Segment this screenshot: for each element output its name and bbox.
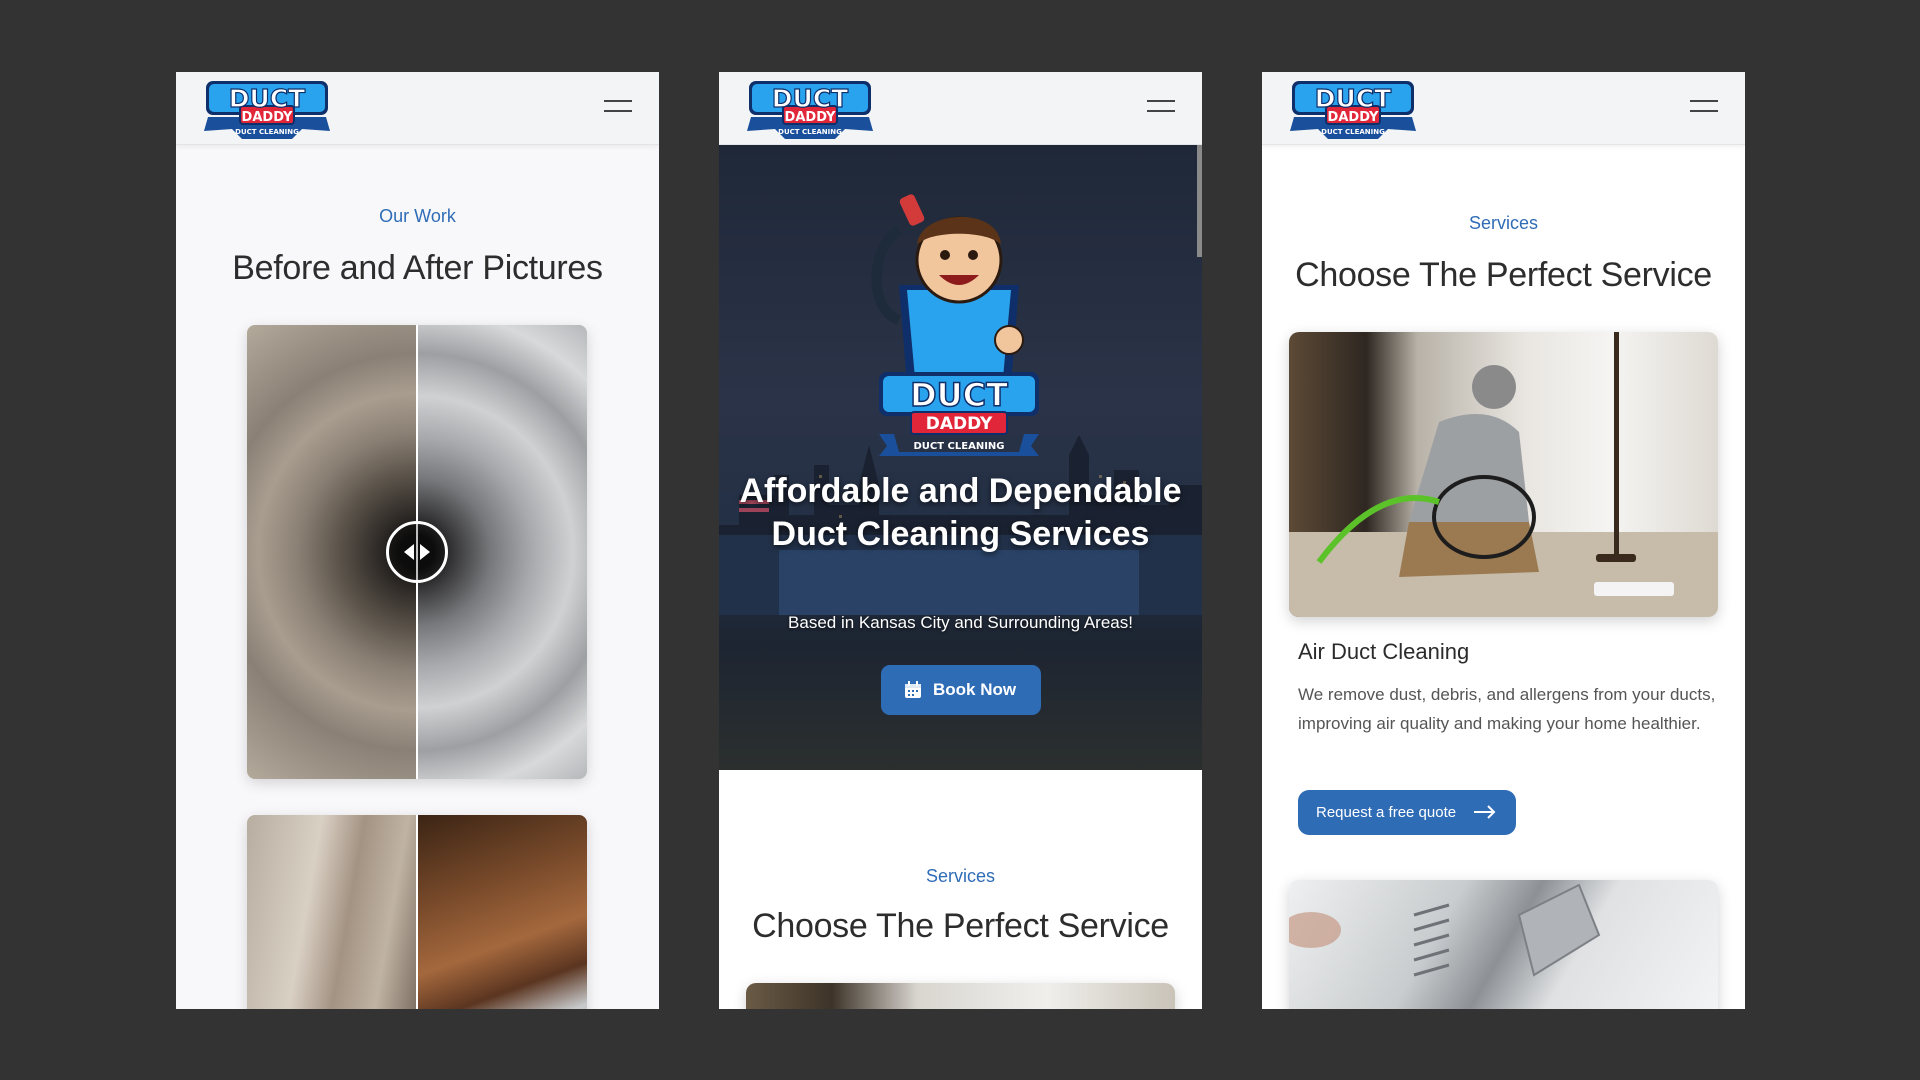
section-title: Before and After Pictures [232,249,603,287]
svg-text:DUCT CLEANING: DUCT CLEANING [913,441,1004,452]
phone-screen-hero: DUCT DADDY DUCT CLEANING DUCT DADDY DUCT… [719,72,1202,1009]
hero-section: DUCT DADDY DUCT CLEANING Affordable and … [719,145,1202,770]
duct-daddy-logo[interactable]: DUCT DADDY DUCT CLEANING [202,79,332,139]
hamburger-menu-icon[interactable] [604,99,632,115]
before-after-slider-1[interactable] [247,325,587,779]
top-navbar: DUCT DADDY DUCT CLEANING [719,72,1202,145]
svg-text:DUCT: DUCT [910,376,1008,414]
after-image [417,815,587,1009]
slider-divider [416,815,418,1009]
book-now-button[interactable]: Book Now [881,665,1041,715]
scrollbar-thumb[interactable] [1197,145,1202,257]
card-title: Air Duct Cleaning [1298,639,1470,664]
phone-screen-services: DUCT DADDY DUCT CLEANING Services Choose… [1262,72,1745,1009]
hero-subtitle: Based in Kansas City and Surrounding Are… [788,613,1133,632]
svg-text:DADDY: DADDY [785,110,836,125]
card-description: We remove dust, debris, and allergens fr… [1298,685,1716,733]
mascot-logo: DUCT DADDY DUCT CLEANING [871,194,1039,456]
before-image [247,815,417,1009]
svg-text:DUCT: DUCT [229,84,305,113]
svg-text:DADDY: DADDY [1328,110,1379,125]
svg-text:DUCT: DUCT [772,84,848,113]
service-image [746,983,1175,1009]
svg-text:DADDY: DADDY [242,110,293,125]
book-now-label: Book Now [933,680,1017,699]
duct-daddy-logo[interactable]: DUCT DADDY DUCT CLEANING [1288,79,1418,139]
phone-screen-before-after: DUCT DADDY DUCT CLEANING Our Work Before… [176,72,659,1009]
svg-text:DUCT CLEANING: DUCT CLEANING [1321,128,1385,136]
svg-text:DADDY: DADDY [926,414,993,434]
hero-title: Affordable and Dependable Duct Cleaning … [739,472,1182,553]
top-navbar: DUCT DADDY DUCT CLEANING [1262,72,1745,145]
top-navbar: DUCT DADDY DUCT CLEANING [176,72,659,145]
svg-text:DUCT CLEANING: DUCT CLEANING [778,128,842,136]
duct-daddy-logo[interactable]: DUCT DADDY DUCT CLEANING [745,79,875,139]
section-eyebrow: Services [925,866,996,886]
request-quote-button[interactable]: Request a free quote [1298,790,1516,835]
left-right-arrows-icon[interactable] [386,521,448,583]
request-quote-label: Request a free quote [1316,804,1457,821]
hamburger-menu-icon[interactable] [1690,99,1718,115]
air-duct-cleaning-image [1289,332,1718,617]
section-eyebrow: Services [1468,213,1539,233]
section-title: Choose The Perfect Service [1295,256,1712,294]
service-image-2 [1289,880,1718,1009]
hamburger-menu-icon[interactable] [1147,99,1175,115]
svg-text:DUCT CLEANING: DUCT CLEANING [235,128,299,136]
arrow-right-icon [1474,805,1496,819]
svg-text:DUCT: DUCT [1315,84,1391,113]
before-after-slider-2[interactable] [247,815,587,1009]
section-title: Choose The Perfect Service [752,907,1169,945]
section-eyebrow: Our Work [379,206,456,226]
calendar-icon [905,681,921,698]
